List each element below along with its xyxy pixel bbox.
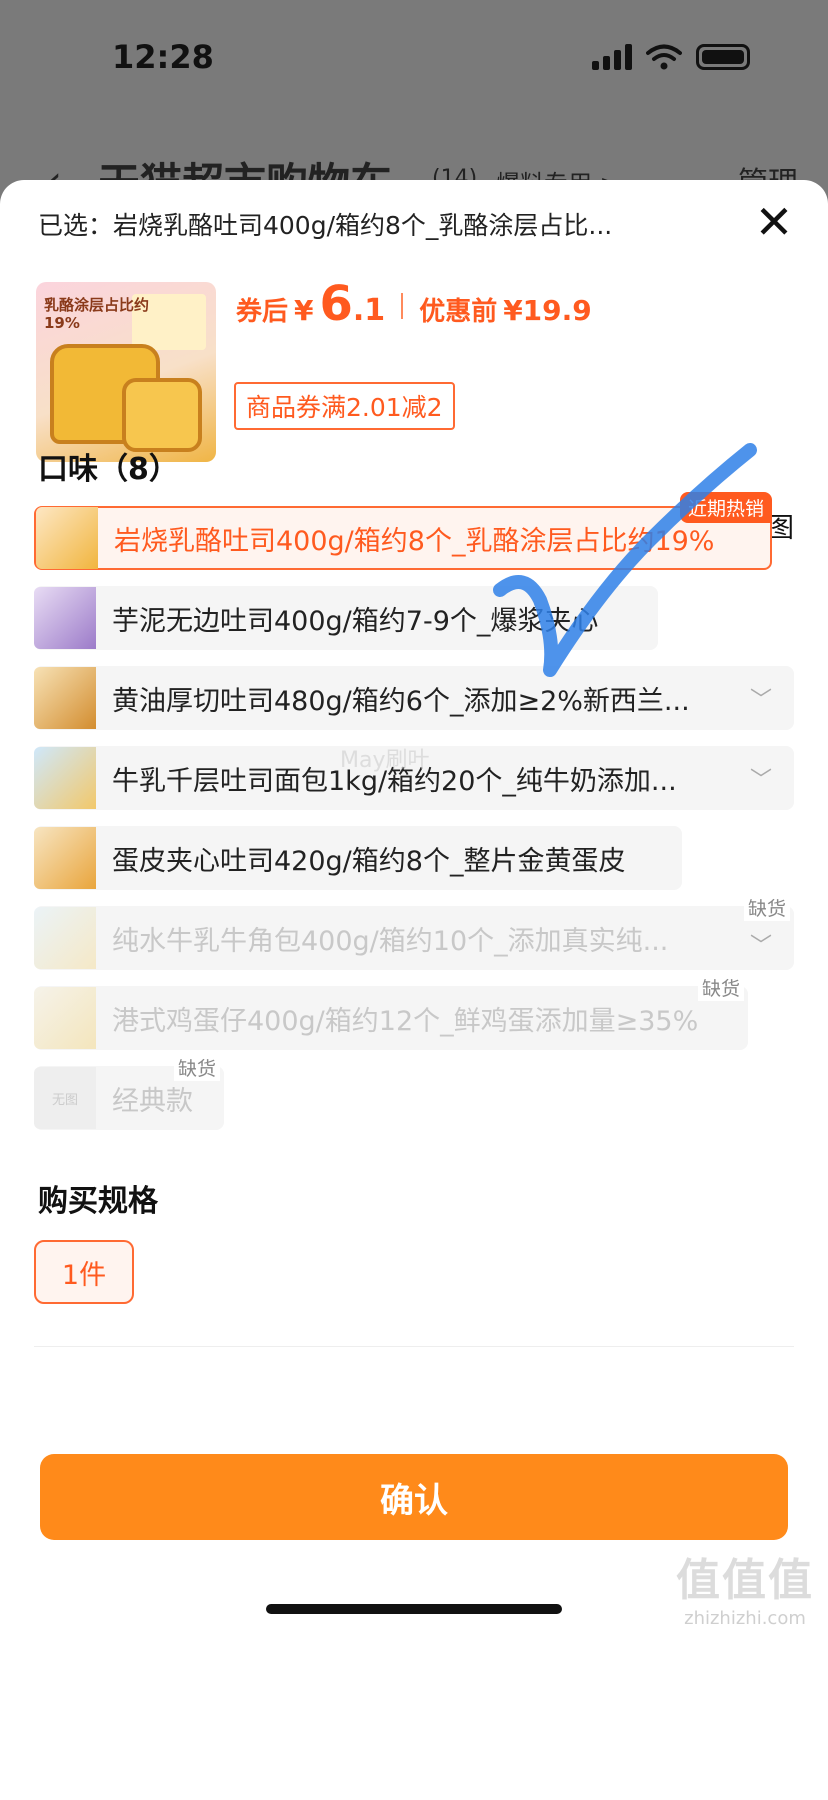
flavor-option[interactable]: 黄油厚切吐司480g/箱约6个_添加≥2%新西兰... ﹀ — [34, 666, 794, 730]
chevron-down-icon[interactable]: ﹀ — [750, 762, 772, 794]
flavor-thumbnail — [34, 827, 96, 889]
wifi-icon — [646, 44, 682, 70]
flavor-option-label: 黄油厚切吐司480g/箱约6个_添加≥2%新西兰... — [112, 685, 690, 717]
price-decimal: .1 — [352, 293, 386, 328]
flavor-thumbnail — [34, 907, 96, 969]
flavor-option[interactable]: 蛋皮夹心吐司420g/箱约8个_整片金黄蛋皮 — [34, 826, 682, 890]
flavor-thumbnail — [34, 667, 96, 729]
divider — [34, 1346, 794, 1347]
close-icon[interactable]: ✕ — [750, 198, 798, 246]
flavor-thumbnail — [36, 507, 98, 569]
product-image[interactable]: 乳酪涂层占比约19% — [36, 282, 216, 462]
battery-icon — [696, 44, 750, 70]
site-logo-mark: 值值值 — [676, 1555, 814, 1606]
out-of-stock-badge: 缺货 — [743, 894, 790, 921]
spec-option-button[interactable]: 1件 — [34, 1240, 134, 1304]
confirm-button[interactable]: 确认 — [40, 1454, 788, 1540]
after-coupon-label: 券后 — [236, 297, 289, 327]
chevron-down-icon[interactable]: ﹀ — [750, 682, 772, 714]
flavor-thumbnail — [34, 747, 96, 809]
flavor-thumbnail — [34, 587, 96, 649]
before-discount-label: 优惠前 — [419, 297, 498, 327]
no-image-placeholder: 无图 — [34, 1067, 96, 1129]
flavor-option[interactable]: 芋泥无边吐司400g/箱约7-9个_爆浆夹心 — [34, 586, 658, 650]
flavor-option-label: 纯水牛乳牛角包400g/箱约10个_添加真实纯... — [112, 925, 669, 957]
flavor-option-label: 芋泥无边吐司400g/箱约7-9个_爆浆夹心 — [112, 605, 599, 637]
flavor-option-label: 岩烧乳酪吐司400g/箱约8个_乳酪涂层占比约19% — [114, 525, 715, 557]
toast-graphic — [122, 378, 202, 452]
out-of-stock-badge: 缺货 — [697, 974, 744, 1001]
home-indicator — [266, 1604, 562, 1614]
currency-symbol: ¥ — [294, 294, 314, 327]
status-bar: 12:28 — [0, 0, 828, 120]
flavor-option-label: 经典款 — [112, 1085, 193, 1117]
price-integer: 6 — [319, 276, 353, 332]
site-logo: 值值值 zhizhizhi.com — [676, 1544, 814, 1629]
chevron-down-icon: ﹀ — [749, 934, 772, 959]
status-icons — [592, 44, 750, 70]
coupon-tag: 商品券满2.01减2 — [234, 382, 455, 430]
before-discount-price: ¥19.9 — [503, 294, 592, 327]
flavor-option-label: 蛋皮夹心吐司420g/箱约8个_整片金黄蛋皮 — [112, 845, 626, 877]
product-image-caption: 乳酪涂层占比约19% — [44, 296, 150, 332]
selected-sku-text: 已选：岩烧乳酪吐司400g/箱约8个_乳酪涂层占比... — [38, 211, 613, 240]
watermark-text: May刷叶 — [340, 748, 430, 773]
flavor-section-title: 口味（8） — [38, 452, 179, 487]
site-logo-url: zhizhizhi.com — [684, 1608, 806, 1629]
flavor-option: 无图 经典款 缺货 — [34, 1054, 224, 1130]
flavor-thumbnail — [34, 987, 96, 1049]
flavor-option-label: 港式鸡蛋仔400g/箱约12个_鲜鸡蛋添加量≥35% — [112, 1005, 699, 1037]
out-of-stock-badge: 缺货 — [173, 1054, 220, 1081]
flavor-option: 纯水牛乳牛角包400g/箱约10个_添加真实纯... ﹀ 缺货 — [34, 894, 794, 970]
flavor-option: 港式鸡蛋仔400g/箱约12个_鲜鸡蛋添加量≥35% 缺货 — [34, 974, 748, 1050]
status-time: 12:28 — [112, 38, 214, 76]
flavor-option[interactable]: 岩烧乳酪吐司400g/箱约8个_乳酪涂层占比约19% 近期热销 — [34, 492, 772, 570]
signal-icon — [592, 44, 632, 70]
price-row: 券后 ¥ 6 .1 优惠前 ¥19.9 — [236, 276, 592, 336]
spec-section-title: 购买规格 — [38, 1184, 158, 1219]
hot-sale-badge: 近期热销 — [679, 492, 772, 523]
price-divider — [401, 293, 404, 319]
